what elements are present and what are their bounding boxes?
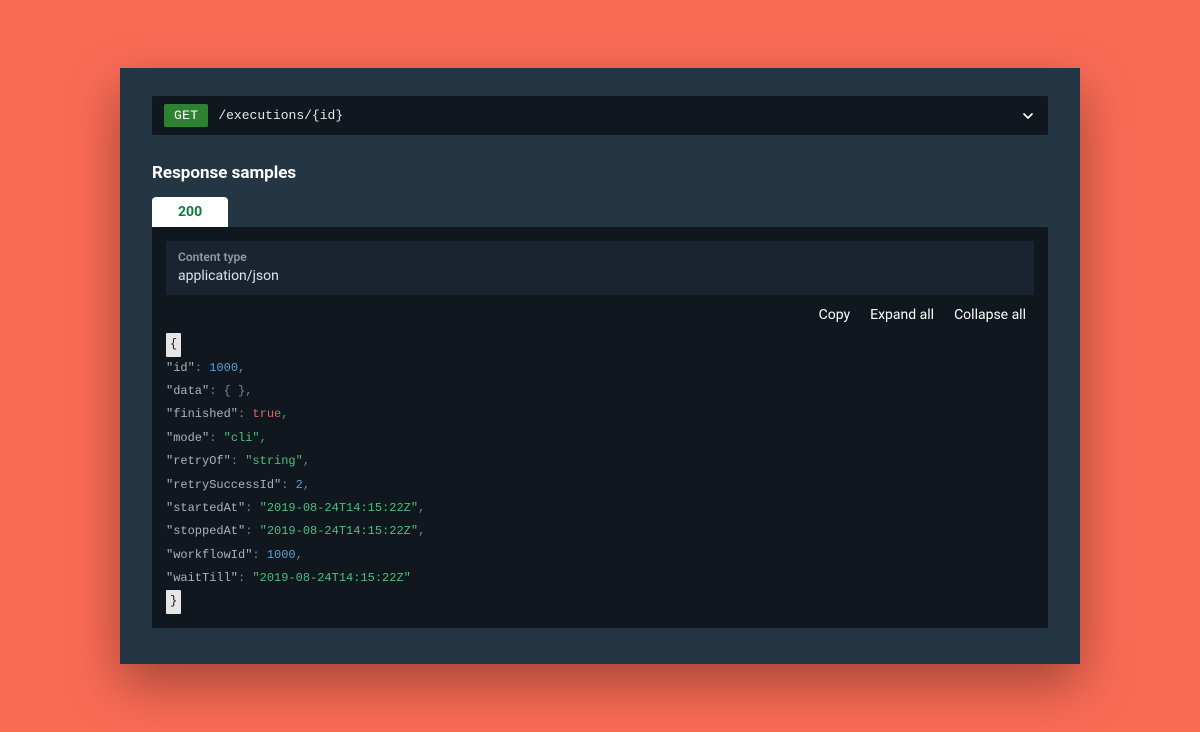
json-line: "waitTill": "2019-08-24T14:15:22Z" (166, 567, 1034, 590)
json-line: "startedAt": "2019-08-24T14:15:22Z", (166, 497, 1034, 520)
expand-all-button[interactable]: Expand all (870, 307, 934, 323)
content-type-row: Content type application/json (166, 241, 1034, 295)
status-tabs: 200 (152, 197, 1048, 227)
api-panel: GET /executions/{id} Response samples 20… (120, 68, 1080, 664)
endpoint-bar[interactable]: GET /executions/{id} (152, 96, 1048, 135)
json-code-block: { "id": 1000, "data": { }, "finished": t… (152, 329, 1048, 614)
json-line: "data": { }, (166, 380, 1034, 403)
json-line: "retrySuccessId": 2, (166, 474, 1034, 497)
chevron-down-icon[interactable] (1020, 108, 1036, 124)
http-method-badge: GET (164, 104, 208, 127)
section-title: Response samples (152, 163, 1048, 183)
open-brace[interactable]: { (166, 333, 181, 356)
response-sample-block: Content type application/json Copy Expan… (152, 227, 1048, 628)
copy-button[interactable]: Copy (819, 307, 851, 323)
content-type-label: Content type (178, 250, 1022, 264)
endpoint-path: /executions/{id} (218, 108, 1020, 123)
json-line: "workflowId": 1000, (166, 544, 1034, 567)
status-tab-200[interactable]: 200 (152, 197, 228, 227)
collapse-all-button[interactable]: Collapse all (954, 307, 1026, 323)
content-type-value: application/json (178, 268, 1022, 284)
json-line: "finished": true, (166, 403, 1034, 426)
json-line: "stoppedAt": "2019-08-24T14:15:22Z", (166, 520, 1034, 543)
json-line: "mode": "cli", (166, 427, 1034, 450)
json-line: "id": 1000, (166, 357, 1034, 380)
close-brace[interactable]: } (166, 590, 181, 613)
json-line: "retryOf": "string", (166, 450, 1034, 473)
